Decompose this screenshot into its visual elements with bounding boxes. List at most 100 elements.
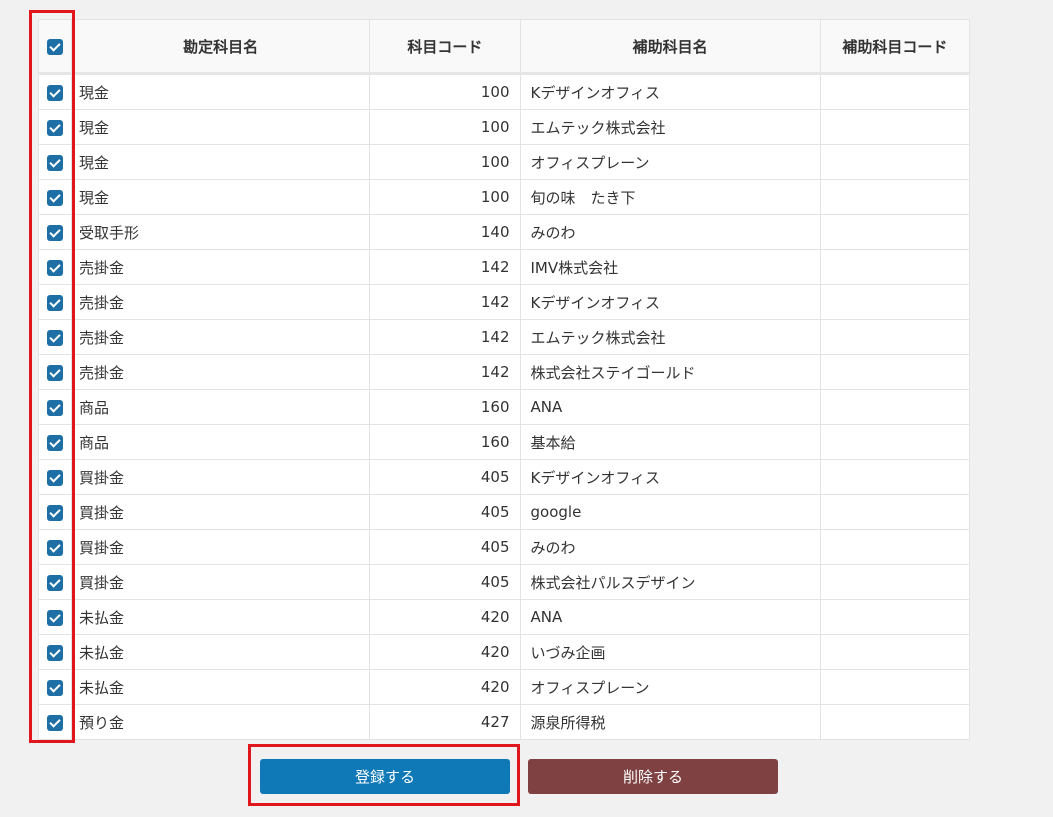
row-checkbox[interactable] <box>47 504 64 521</box>
table-row: 未払金 420 オフィスプレーン <box>37 669 971 705</box>
table-row: 商品 160 基本給 <box>37 424 971 460</box>
row-checkbox[interactable] <box>47 364 64 381</box>
row-checkbox[interactable] <box>47 679 64 696</box>
account-name-cell: 商品 <box>71 424 371 460</box>
row-checkbox-cell <box>37 73 73 110</box>
sub-account-code-cell <box>819 599 971 635</box>
row-checkbox-cell <box>37 249 73 285</box>
row-checkbox[interactable] <box>47 644 64 661</box>
table-row: 売掛金 142 IMV株式会社 <box>37 249 971 285</box>
register-button[interactable]: 登録する <box>260 759 510 794</box>
table-row: 未払金 420 いづみ企画 <box>37 634 971 670</box>
sub-account-name-cell: ANA <box>519 389 821 425</box>
row-checkbox-cell <box>37 459 73 495</box>
table-row: 現金 100 旬の味 たき下 <box>37 179 971 215</box>
sub-account-name-cell: IMV株式会社 <box>519 249 821 285</box>
sub-account-code-cell <box>819 389 971 425</box>
row-checkbox[interactable] <box>47 574 64 591</box>
sub-account-code-cell <box>819 424 971 460</box>
delete-button[interactable]: 削除する <box>528 759 778 794</box>
header-account-name[interactable]: 勘定科目名 <box>71 19 371 75</box>
row-checkbox[interactable] <box>47 84 64 101</box>
sub-account-code-cell <box>819 284 971 320</box>
row-checkbox-cell <box>37 564 73 600</box>
sub-account-code-cell <box>819 354 971 390</box>
sub-account-code-cell <box>819 109 971 145</box>
account-name-cell: 預り金 <box>71 704 371 740</box>
account-code-cell: 100 <box>369 179 521 215</box>
sub-account-code-cell <box>819 564 971 600</box>
header-sub-account-code[interactable]: 補助科目コード <box>819 19 971 75</box>
table-row: 買掛金 405 google <box>37 494 971 530</box>
row-checkbox[interactable] <box>47 609 64 626</box>
row-checkbox[interactable] <box>47 294 64 311</box>
row-checkbox[interactable] <box>47 154 64 171</box>
sub-account-code-cell <box>819 179 971 215</box>
sub-account-code-cell <box>819 704 971 740</box>
sub-account-code-cell <box>819 494 971 530</box>
row-checkbox-cell <box>37 634 73 670</box>
account-code-cell: 142 <box>369 354 521 390</box>
account-name-cell: 現金 <box>71 179 371 215</box>
account-code-cell: 405 <box>369 494 521 530</box>
row-checkbox[interactable] <box>47 259 64 276</box>
row-checkbox[interactable] <box>47 189 64 206</box>
row-checkbox[interactable] <box>47 539 64 556</box>
sub-account-name-cell: オフィスプレーン <box>519 669 821 705</box>
account-name-cell: 売掛金 <box>71 284 371 320</box>
account-code-cell: 405 <box>369 529 521 565</box>
row-checkbox-cell <box>37 669 73 705</box>
table-row: 預り金 427 源泉所得税 <box>37 704 971 740</box>
account-name-cell: 現金 <box>71 109 371 145</box>
sub-account-name-cell: 源泉所得税 <box>519 704 821 740</box>
row-checkbox[interactable] <box>47 224 64 241</box>
sub-account-name-cell: エムテック株式会社 <box>519 319 821 355</box>
row-checkbox[interactable] <box>47 329 64 346</box>
row-checkbox[interactable] <box>47 434 64 451</box>
row-checkbox-cell <box>37 319 73 355</box>
account-code-cell: 100 <box>369 109 521 145</box>
select-all-checkbox[interactable] <box>47 38 64 55</box>
account-code-cell: 160 <box>369 424 521 460</box>
account-name-cell: 買掛金 <box>71 564 371 600</box>
sub-account-code-cell <box>819 634 971 670</box>
row-checkbox-cell <box>37 214 73 250</box>
row-checkbox[interactable] <box>47 469 64 486</box>
table-row: 買掛金 405 Kデザインオフィス <box>37 459 971 495</box>
row-checkbox-cell <box>37 389 73 425</box>
account-name-cell: 受取手形 <box>71 214 371 250</box>
sub-account-name-cell: Kデザインオフィス <box>519 284 821 320</box>
sub-account-code-cell <box>819 319 971 355</box>
header-sub-account-name[interactable]: 補助科目名 <box>519 19 821 75</box>
account-code-cell: 405 <box>369 459 521 495</box>
header-account-code[interactable]: 科目コード <box>369 19 521 75</box>
sub-account-name-cell: エムテック株式会社 <box>519 109 821 145</box>
sub-account-name-cell: 株式会社パルスデザイン <box>519 564 821 600</box>
account-name-cell: 未払金 <box>71 669 371 705</box>
sub-account-code-cell <box>819 214 971 250</box>
sub-account-name-cell: Kデザインオフィス <box>519 73 821 110</box>
sub-account-code-cell <box>819 144 971 180</box>
account-name-cell: 売掛金 <box>71 249 371 285</box>
account-code-cell: 405 <box>369 564 521 600</box>
account-code-cell: 100 <box>369 73 521 110</box>
account-name-cell: 未払金 <box>71 599 371 635</box>
account-code-cell: 142 <box>369 284 521 320</box>
table-row: 商品 160 ANA <box>37 389 971 425</box>
account-name-cell: 現金 <box>71 73 371 110</box>
account-name-cell: 買掛金 <box>71 459 371 495</box>
row-checkbox[interactable] <box>47 714 64 731</box>
sub-account-code-cell <box>819 529 971 565</box>
table-body: 現金 100 Kデザインオフィス 現金 100 エムテック株式会社 現金 100 オフィスプレー… <box>37 73 971 740</box>
row-checkbox-cell <box>37 144 73 180</box>
account-table: 勘定科目名 科目コード 補助科目名 補助科目コード 現金 100 Kデザインオフィス… <box>37 19 971 740</box>
row-checkbox[interactable] <box>47 119 64 136</box>
row-checkbox-cell <box>37 599 73 635</box>
account-code-cell: 100 <box>369 144 521 180</box>
sub-account-name-cell: ANA <box>519 599 821 635</box>
row-checkbox-cell <box>37 529 73 565</box>
sub-account-name-cell: 基本給 <box>519 424 821 460</box>
row-checkbox[interactable] <box>47 399 64 416</box>
sub-account-code-cell <box>819 669 971 705</box>
table-row: 売掛金 142 株式会社ステイゴールド <box>37 354 971 390</box>
